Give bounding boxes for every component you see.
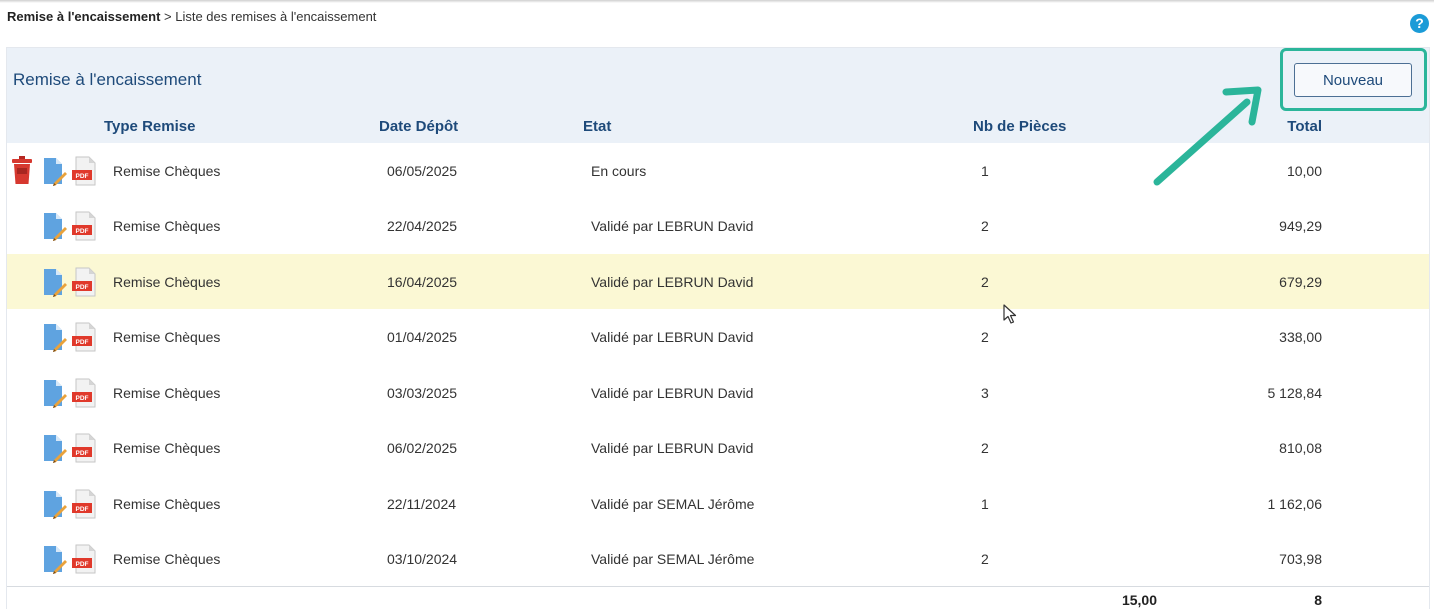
cell-etat: Validé par LEBRUN David <box>591 218 754 234</box>
cell-etat: Validé par LEBRUN David <box>591 274 754 290</box>
column-header-total[interactable]: Total <box>1287 118 1322 135</box>
cell-total: 10,00 <box>1286 163 1322 179</box>
new-remise-button[interactable]: Nouveau <box>1294 63 1412 97</box>
edit-document-icon[interactable] <box>42 322 68 357</box>
cell-etat: En cours <box>591 163 647 179</box>
svg-text:PDF: PDF <box>76 339 89 346</box>
table-row[interactable]: PDF Remise Chèques 22/04/2025 Validé par LE… <box>7 198 1429 253</box>
svg-text:PDF: PDF <box>76 450 89 457</box>
remises-panel: Remise à l'encaissement Nouveau Type Rem… <box>6 47 1430 609</box>
cell-date: 06/02/2025 <box>387 440 458 456</box>
cell-nb-pieces: 2 <box>981 551 989 567</box>
cell-nb-pieces: 2 <box>981 329 989 345</box>
cell-total: 679,29 <box>1279 274 1322 290</box>
totals-row: 15,00 8 <box>7 586 1429 611</box>
mouse-pointer-icon <box>1003 304 1017 324</box>
cell-date: 03/03/2025 <box>387 385 458 401</box>
pdf-icon[interactable]: PDF <box>71 322 97 357</box>
table-row[interactable]: PDF Remise Chèques 22/11/2024 Validé par SE… <box>7 476 1429 531</box>
pdf-icon[interactable]: PDF <box>71 378 97 413</box>
column-header-etat[interactable]: Etat <box>583 118 611 135</box>
cell-etat: Validé par LEBRUN David <box>591 329 754 345</box>
pdf-icon[interactable]: PDF <box>71 433 97 468</box>
cell-type: Remise Chèques <box>113 218 221 234</box>
panel-header <box>7 48 1429 143</box>
svg-text:PDF: PDF <box>76 228 89 235</box>
cell-total: 949,29 <box>1279 218 1322 234</box>
cell-nb-pieces: 2 <box>981 218 989 234</box>
help-icon[interactable]: ? <box>1410 14 1429 33</box>
cell-nb-pieces: 2 <box>981 440 989 456</box>
cell-date: 06/05/2025 <box>387 163 458 179</box>
cell-nb-pieces: 3 <box>981 385 989 401</box>
cell-etat: Validé par SEMAL Jérôme <box>591 496 755 512</box>
table-row[interactable]: PDF Remise Chèques 01/04/2025 Validé par LE… <box>7 309 1429 364</box>
cell-type: Remise Chèques <box>113 440 221 456</box>
table-row[interactable]: PDF Remise Chèques 03/10/2024 Validé par SE… <box>7 531 1429 586</box>
edit-document-icon[interactable] <box>42 544 68 579</box>
pdf-icon[interactable]: PDF <box>71 489 97 524</box>
column-header-type[interactable]: Type Remise <box>104 118 195 135</box>
column-header-nb[interactable]: Nb de Pièces <box>973 118 1066 135</box>
breadcrumb-separator: > <box>160 9 176 24</box>
svg-text:PDF: PDF <box>76 506 89 513</box>
top-shadow <box>0 0 1434 3</box>
cell-type: Remise Chèques <box>113 163 221 179</box>
breadcrumb-root[interactable]: Remise à l'encaissement <box>7 9 160 24</box>
cell-total: 703,98 <box>1279 551 1322 567</box>
pdf-icon[interactable]: PDF <box>71 156 97 191</box>
pdf-icon[interactable]: PDF <box>71 211 97 246</box>
cell-date: 03/10/2024 <box>387 551 458 567</box>
edit-document-icon[interactable] <box>42 156 68 191</box>
table-row[interactable]: PDF Remise Chèques 06/05/2025 En cours 1 10,0… <box>7 143 1429 198</box>
cell-etat: Validé par SEMAL Jérôme <box>591 551 755 567</box>
cell-type: Remise Chèques <box>113 274 221 290</box>
panel-title: Remise à l'encaissement <box>13 70 202 89</box>
trash-icon[interactable] <box>11 155 33 190</box>
cell-total: 1 162,06 <box>1267 496 1323 512</box>
cell-type: Remise Chèques <box>113 551 221 567</box>
total-count: 8 <box>1314 592 1322 608</box>
edit-document-icon[interactable] <box>42 267 68 302</box>
cell-etat: Validé par LEBRUN David <box>591 385 754 401</box>
breadcrumb-current: Liste des remises à l'encaissement <box>175 9 377 24</box>
breadcrumb: Remise à l'encaissement > Liste des remi… <box>7 9 376 24</box>
svg-text:PDF: PDF <box>76 284 89 291</box>
svg-text:PDF: PDF <box>76 561 89 568</box>
edit-document-icon[interactable] <box>42 433 68 468</box>
column-header-date[interactable]: Date Dépôt <box>379 118 458 135</box>
edit-document-icon[interactable] <box>42 378 68 413</box>
cell-nb-pieces: 2 <box>981 274 989 290</box>
cell-etat: Validé par LEBRUN David <box>591 440 754 456</box>
total-amount: 15,00 <box>1121 592 1157 608</box>
pdf-icon[interactable]: PDF <box>71 544 97 579</box>
cell-type: Remise Chèques <box>113 385 221 401</box>
cell-total: 5 128,84 <box>1267 385 1323 401</box>
cell-type: Remise Chèques <box>113 329 221 345</box>
cell-nb-pieces: 1 <box>981 163 989 179</box>
cell-type: Remise Chèques <box>113 496 221 512</box>
cell-nb-pieces: 1 <box>981 496 989 512</box>
cell-total: 810,08 <box>1279 440 1322 456</box>
edit-document-icon[interactable] <box>42 211 68 246</box>
cell-date: 16/04/2025 <box>387 274 458 290</box>
cell-date: 22/04/2025 <box>387 218 458 234</box>
table-row[interactable]: PDF Remise Chèques 03/03/2025 Validé par LE… <box>7 365 1429 420</box>
pdf-icon[interactable]: PDF <box>71 267 97 302</box>
svg-text:PDF: PDF <box>76 173 89 180</box>
svg-text:PDF: PDF <box>76 395 89 402</box>
cell-date: 22/11/2024 <box>387 496 457 512</box>
edit-document-icon[interactable] <box>42 489 68 524</box>
table-row[interactable]: PDF Remise Chèques 06/02/2025 Validé par LE… <box>7 420 1429 475</box>
cell-total: 338,00 <box>1279 329 1322 345</box>
table-row[interactable]: PDF Remise Chèques 16/04/2025 Validé par LE… <box>7 254 1429 309</box>
cell-date: 01/04/2025 <box>387 329 458 345</box>
